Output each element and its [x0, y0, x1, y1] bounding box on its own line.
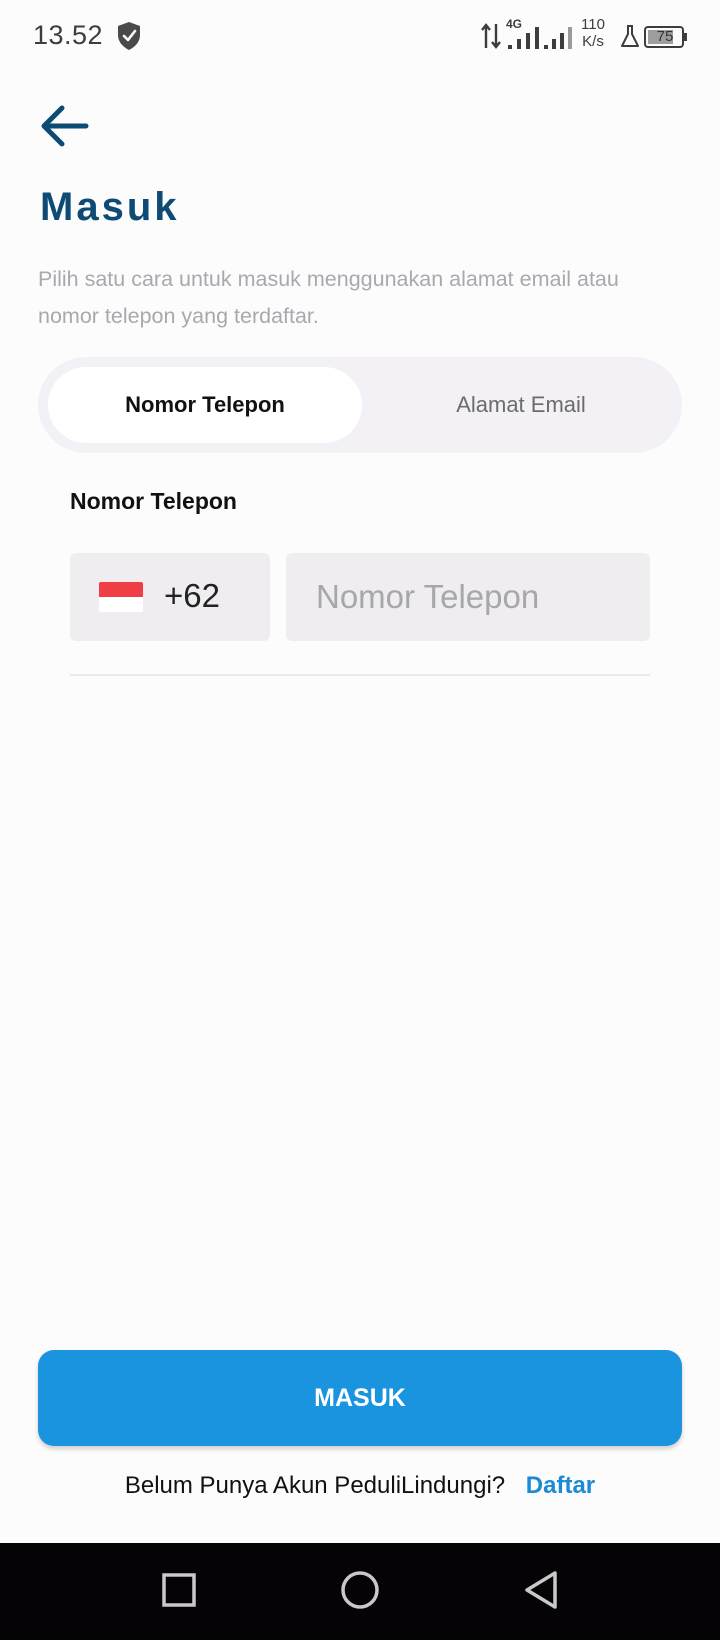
home-icon	[340, 1570, 380, 1615]
indonesia-flag-icon	[99, 582, 143, 612]
recent-apps-button[interactable]	[154, 1567, 204, 1617]
back-nav-button[interactable]	[516, 1567, 566, 1617]
register-prompt: Belum Punya Akun PeduliLindungi?	[124, 1472, 506, 1499]
recent-apps-icon	[162, 1572, 196, 1612]
system-nav-bar	[0, 1543, 720, 1640]
data-arrows-icon	[480, 22, 502, 55]
battery-level: 75	[656, 28, 674, 45]
speed-unit: K/s	[582, 33, 604, 50]
country-code: +62	[164, 577, 220, 614]
tab-nomor-telepon[interactable]: Nomor Telepon	[48, 367, 362, 443]
signal-icon	[544, 26, 574, 55]
register-link[interactable]: Daftar	[526, 1472, 595, 1499]
register-row: Belum Punya Akun PeduliLindungi? Daftar	[0, 1472, 720, 1500]
back-button[interactable]	[34, 100, 94, 156]
home-button[interactable]	[335, 1567, 385, 1617]
flask-icon	[620, 24, 640, 55]
country-code-selector[interactable]: +62	[70, 553, 270, 641]
divider	[70, 674, 650, 676]
shield-icon	[116, 21, 142, 51]
back-icon	[523, 1570, 559, 1615]
page-subtitle: Pilih satu cara untuk masuk menggunakan …	[38, 267, 619, 328]
signal-icon	[508, 26, 544, 55]
status-bar: 13.52 4G 110 K/s 75	[0, 0, 720, 80]
arrow-left-icon	[38, 104, 90, 153]
status-time: 13.52	[33, 20, 104, 50]
phone-number-input[interactable]	[286, 553, 650, 641]
login-method-tabs: Nomor Telepon Alamat Email	[38, 357, 682, 453]
speed-value: 110	[581, 16, 605, 33]
page-title: Masuk	[40, 185, 180, 229]
network-speed: 110 K/s	[578, 16, 608, 50]
login-button[interactable]: MASUK	[38, 1350, 682, 1446]
phone-field-label: Nomor Telepon	[70, 488, 237, 514]
tab-alamat-email[interactable]: Alamat Email	[364, 367, 678, 443]
